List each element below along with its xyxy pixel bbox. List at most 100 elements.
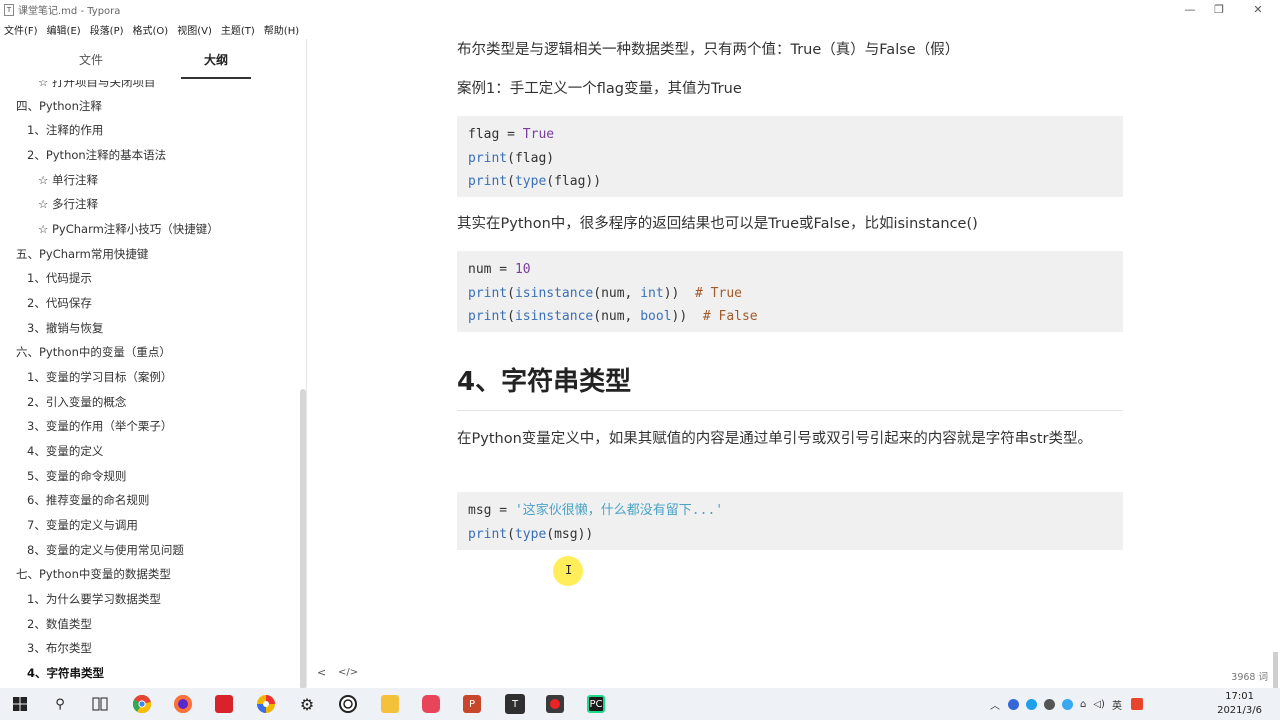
paragraph[interactable]: 在Python变量定义中，如果其赋值的内容是通过单引号或双引号引起来的内容就是字… [457, 426, 1127, 453]
sidebar: 文件 大纲 ☆ 打开项目与关闭项目 四、Python注释 1、注释的作用 2、P… [0, 39, 307, 688]
editor[interactable]: 布尔类型是与逻辑相关一种数据类型，只有两个值：True（真）与False（假） … [307, 39, 1280, 688]
task-view-icon[interactable] [91, 695, 109, 713]
firefox-icon[interactable] [174, 695, 192, 713]
paragraph[interactable]: 布尔类型是与逻辑相关一种数据类型，只有两个值：True（真）与False（假） [457, 39, 1127, 64]
paragraph[interactable]: 其实在Python中，很多程序的返回结果也可以是True或False，比如isi… [457, 211, 1127, 238]
editor-scrollbar[interactable] [1273, 652, 1278, 688]
outline-item-active[interactable]: 4、字符串类型 [27, 665, 104, 681]
outline-item[interactable]: 五、PyCharm常用快捷键 [16, 246, 148, 262]
source-mode-button[interactable]: </> [338, 667, 358, 678]
code-token: bool [640, 309, 672, 324]
code-block[interactable]: num = 10 print(isinstance(num, int)) # T… [457, 251, 1123, 332]
sogou-ime-icon[interactable] [1130, 698, 1143, 710]
title-bar: T 课堂笔记.md - Typora — ❐ ✕ [0, 0, 1280, 19]
code-token: ( [507, 285, 515, 301]
code-token: )) [671, 309, 703, 324]
tomato-clock-icon[interactable] [339, 695, 357, 713]
code-token: = [499, 127, 523, 142]
outline-item[interactable]: ☆ PyCharm注释小技巧（快捷键） [38, 221, 219, 237]
code-block[interactable]: msg = '这家伙很懒，什么都没有留下...' print(type(msg)… [457, 492, 1123, 550]
youdao-dict-icon[interactable] [215, 695, 233, 713]
outline-item[interactable]: 1、变量的学习目标（案例） [27, 369, 172, 385]
outline-item[interactable]: 2、引入变量的概念 [27, 394, 126, 410]
menu-theme[interactable]: 主题(T) [221, 22, 255, 37]
code-token: isinstance [514, 309, 594, 324]
menu-help[interactable]: 帮助(H) [264, 22, 299, 37]
tray-app-icon[interactable] [1008, 698, 1019, 710]
code-token: )) [663, 285, 696, 301]
code-token: int [640, 285, 664, 301]
outline-item[interactable]: 六、Python中的变量（重点） [16, 344, 171, 360]
clock-date: 2021/3/6 [1217, 705, 1262, 716]
code-token: msg [468, 503, 492, 518]
outline-item[interactable]: 四、Python注释 [16, 98, 102, 114]
outline-item[interactable]: ☆ 多行注释 [38, 196, 98, 212]
toggle-sidebar-button[interactable]: < [317, 666, 326, 679]
pycharm-icon[interactable]: PC [587, 695, 605, 713]
tab-files[interactable]: 文件 [79, 51, 103, 68]
outline-item[interactable]: 1、注释的作用 [27, 122, 103, 138]
menu-file[interactable]: 文件(F) [4, 22, 38, 37]
volume-icon[interactable]: ◁) [1093, 699, 1105, 710]
sidebar-scrollbar[interactable] [300, 389, 306, 688]
code-token: type [514, 174, 547, 189]
menu-paragraph[interactable]: 段落(P) [90, 22, 124, 37]
tray-app-icon[interactable] [1026, 698, 1037, 710]
window-title: 课堂笔记.md - Typora [18, 6, 121, 17]
code-token: ( [507, 174, 515, 189]
menu-format[interactable]: 格式(O) [133, 22, 169, 37]
tray-app-icon[interactable] [1044, 698, 1055, 710]
code-token: = [491, 262, 515, 277]
section-heading[interactable]: 4、字符串类型 [457, 361, 631, 398]
windows-start-icon[interactable] [11, 695, 29, 713]
code-token: isinstance [514, 285, 594, 301]
active-tab-indicator [181, 77, 251, 79]
color-wheel-app-icon[interactable] [257, 695, 275, 713]
recording-app-icon[interactable] [546, 695, 564, 713]
outline-item[interactable]: ☆ 单行注释 [38, 172, 98, 188]
chrome-icon[interactable] [133, 695, 151, 713]
settings-gear-icon[interactable]: ⚙ [298, 695, 316, 714]
clock-time: 17:01 [1225, 691, 1254, 702]
file-explorer-icon[interactable] [381, 695, 399, 713]
code-token: print [468, 309, 508, 324]
outline-item[interactable]: 6、推荐变量的命名规则 [27, 492, 149, 508]
menu-view[interactable]: 视图(V) [177, 22, 212, 37]
code-token: # False [702, 309, 758, 324]
outline-item[interactable]: 8、变量的定义与使用常见问题 [27, 542, 184, 558]
outline-item[interactable]: 5、变量的命令规则 [27, 468, 126, 484]
tray-app-icon[interactable] [1062, 698, 1073, 710]
code-token: (msg)) [546, 526, 594, 542]
taskbar-clock[interactable]: 17:01 2021/3/6 [1217, 690, 1262, 718]
powerpoint-icon[interactable]: P [463, 695, 481, 713]
outline-item[interactable]: 1、为什么要学习数据类型 [27, 591, 161, 607]
outline-item[interactable]: 3、变量的作用（举个栗子） [27, 418, 172, 434]
outline-item[interactable]: 4、变量的定义 [27, 443, 103, 459]
typora-taskbar-icon[interactable]: T [505, 694, 525, 714]
code-token: 10 [514, 262, 531, 277]
maximize-button[interactable]: ❐ [1201, 0, 1237, 19]
typora-window: T 课堂笔记.md - Typora — ❐ ✕ 文件(F) 编辑(E) 段落(… [0, 0, 1280, 688]
tab-outline[interactable]: 大纲 [204, 51, 228, 68]
system-tray: ︿ ⌂ ◁) 英 [990, 688, 1143, 720]
network-icon[interactable]: ⌂ [1080, 699, 1086, 710]
input-method-indicator[interactable]: 英 [1112, 697, 1122, 712]
tray-expand-icon[interactable]: ︿ [990, 697, 1000, 712]
screen-recorder-icon[interactable] [422, 695, 440, 713]
outline-item[interactable]: 2、Python注释的基本语法 [27, 147, 166, 163]
outline-item[interactable]: 3、撤销与恢复 [27, 320, 103, 336]
heading-divider [457, 410, 1123, 411]
outline-item[interactable]: 1、代码提示 [27, 270, 92, 286]
outline-item[interactable]: 七、Python中变量的数据类型 [16, 566, 171, 582]
word-count[interactable]: 3968 词 [1231, 669, 1268, 683]
search-icon[interactable]: ⚲ [51, 695, 69, 713]
outline-item[interactable]: 2、数值类型 [27, 616, 92, 632]
outline-item[interactable]: 3、布尔类型 [27, 640, 92, 656]
menu-edit[interactable]: 编辑(E) [47, 22, 81, 37]
paragraph[interactable]: 案例1：手工定义一个flag变量，其值为True [457, 76, 1127, 103]
code-token: print [468, 174, 508, 189]
outline-item[interactable]: 7、变量的定义与调用 [27, 517, 138, 533]
code-block[interactable]: flag = True print(flag) print(type(flag)… [457, 116, 1123, 197]
outline-item[interactable]: 2、代码保存 [27, 295, 92, 311]
close-button[interactable]: ✕ [1240, 0, 1276, 19]
